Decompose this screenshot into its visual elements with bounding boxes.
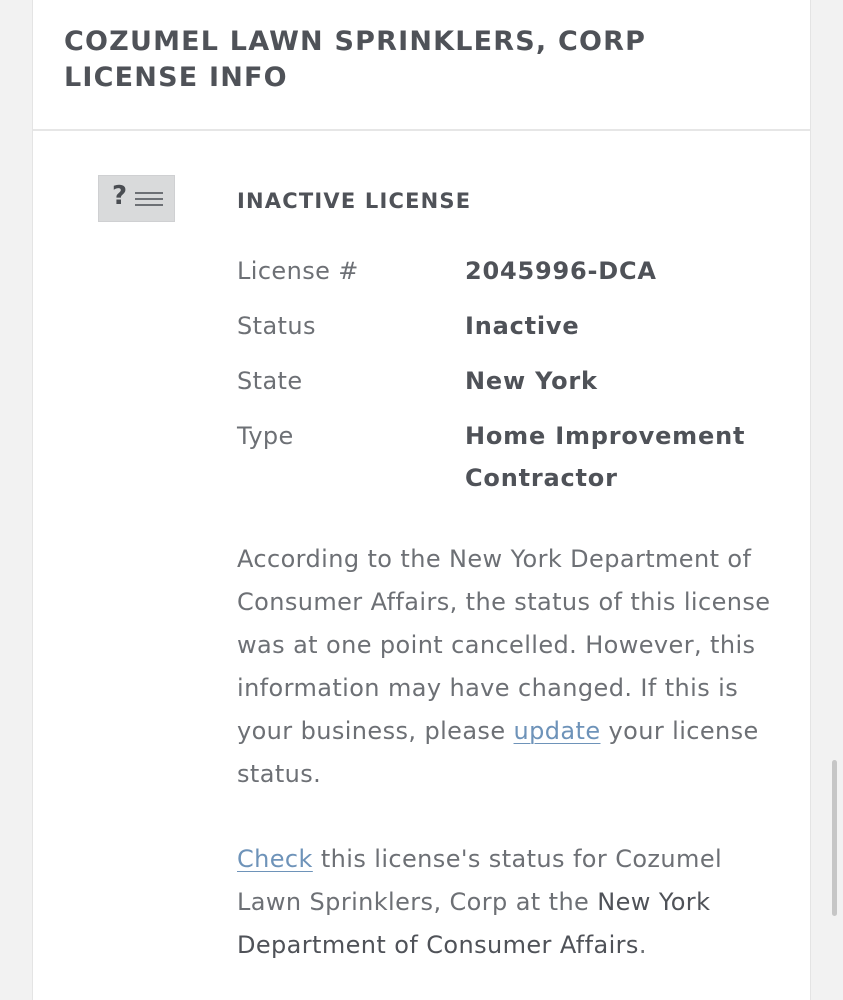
state-label: State: [237, 367, 303, 395]
license-info-card: COZUMEL LAWN SPRINKLERS, CORP LICENSE IN…: [32, 0, 811, 1000]
type-value: Home Improvement Contractor: [465, 422, 746, 492]
check-link[interactable]: Check: [237, 845, 313, 873]
license-number-value: 2045996-DCA: [465, 257, 657, 285]
question-icon: ?: [112, 181, 128, 211]
list-lines-icon: [135, 192, 163, 206]
type-label: Type: [237, 422, 294, 450]
page-title: COZUMEL LAWN SPRINKLERS, CORP LICENSE IN…: [64, 26, 647, 93]
license-notice-text: According to the New York Department of …: [237, 538, 793, 796]
card-header: COZUMEL LAWN SPRINKLERS, CORP LICENSE IN…: [33, 0, 810, 131]
check-text-end: .: [638, 931, 647, 959]
notice-text-start: According to the New York Department of …: [237, 545, 771, 745]
status-label: Status: [237, 312, 316, 340]
check-status-text: Check this license's status for Cozumel …: [237, 838, 793, 967]
update-link[interactable]: update: [514, 717, 601, 745]
state-value: New York: [465, 367, 598, 395]
vertical-scrollbar[interactable]: [832, 760, 837, 916]
status-value: Inactive: [465, 312, 580, 340]
license-status-badge: ?: [98, 175, 175, 222]
license-number-label: License #: [237, 257, 359, 285]
license-status-heading: INACTIVE LICENSE: [237, 189, 472, 213]
